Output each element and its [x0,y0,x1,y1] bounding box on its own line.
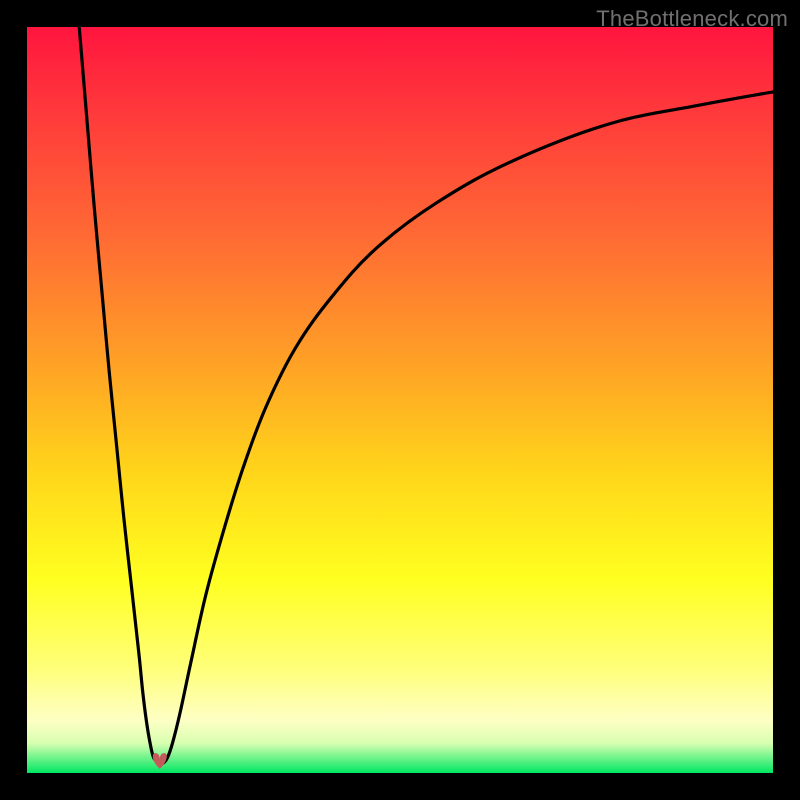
plot-area [27,27,773,773]
watermark-text: TheBottleneck.com [596,6,788,32]
chart-container: TheBottleneck.com [0,0,800,800]
heart-marker [153,753,167,769]
bottleneck-curve [27,27,773,773]
